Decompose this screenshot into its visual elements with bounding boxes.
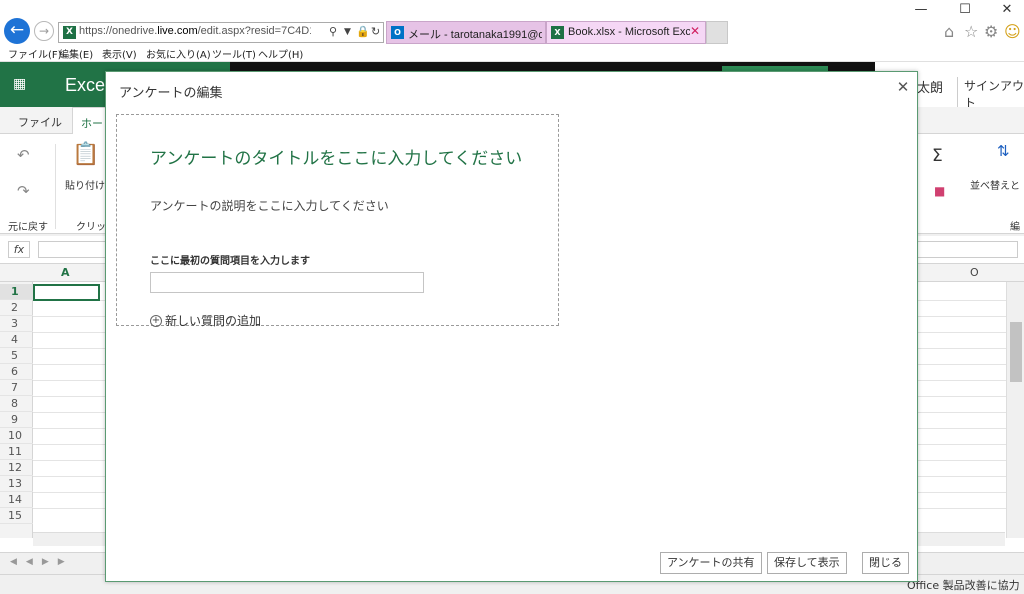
app-launcher-grid-icon[interactable]: ▦ — [13, 77, 29, 93]
menu-file[interactable]: ファイル(F) — [8, 46, 62, 61]
scrollbar-thumb[interactable] — [1010, 322, 1022, 382]
smiley-feedback-icon[interactable]: ☺ — [1004, 22, 1021, 41]
sheet-nav-arrows-icon[interactable]: ◀◀▶▶ — [10, 557, 74, 567]
row-header[interactable]: 13 — [0, 476, 33, 492]
answer-input[interactable] — [150, 272, 424, 293]
clear-eraser-icon[interactable]: ■ — [934, 184, 945, 198]
row-header[interactable]: 4 — [0, 332, 33, 348]
row-header[interactable]: 8 — [0, 396, 33, 412]
add-question-link[interactable]: + 新しい質問の追加 — [150, 312, 261, 329]
save-and-view-button[interactable]: 保存して表示 — [767, 552, 847, 574]
row-header[interactable]: 1 — [0, 284, 33, 300]
add-question-label: 新しい質問の追加 — [165, 314, 262, 328]
survey-form: アンケートのタイトルをここに入力してください アンケートの説明をここに入力してく… — [116, 114, 559, 329]
menu-bar: ファイル(F) 編集(E) 表示(V) お気に入り(A) ツール(T) ヘルプ(… — [0, 45, 1024, 62]
lock-icon[interactable]: 🔒 — [356, 25, 370, 38]
row-header-column: 1 2 3 4 5 6 7 8 9 10 11 12 13 14 15 — [0, 282, 33, 538]
forward-arrow-icon[interactable]: → — [34, 21, 54, 41]
tab-home[interactable]: ホー — [72, 107, 106, 134]
row-header[interactable]: 11 — [0, 444, 33, 460]
paste-label[interactable]: 貼り付け — [65, 177, 105, 192]
address-bar[interactable]: X https://onedrive.live.com/edit.aspx?re… — [58, 22, 384, 43]
outlook-icon: O — [391, 26, 404, 39]
url-text: https://onedrive.live.com/edit.aspx?resi… — [79, 25, 311, 37]
edit-group-label: 編 — [1010, 222, 1020, 233]
home-icon[interactable]: ⌂ — [944, 22, 954, 41]
row-header[interactable]: 7 — [0, 380, 33, 396]
signout-link[interactable]: サインアウト — [957, 77, 1024, 111]
tab-outlook-mail[interactable]: O メール - tarotanaka1991@outloo... — [386, 21, 546, 44]
user-name[interactable]: 太朗 — [917, 77, 943, 96]
row-header[interactable]: 5 — [0, 348, 33, 364]
excel-favicon-icon: X — [63, 26, 76, 39]
survey-title-field[interactable]: アンケートのタイトルをここに入力してください — [150, 144, 522, 169]
undo-group-label: 元に戻す — [8, 222, 48, 233]
close-button[interactable]: 閉じる — [862, 552, 909, 574]
redo-icon[interactable]: ↷ — [17, 182, 30, 200]
search-icon[interactable]: ⚲ — [329, 25, 337, 38]
tab-label: メール - tarotanaka1991@outloo... — [408, 29, 542, 41]
autosum-sigma-icon[interactable]: Σ — [932, 146, 943, 166]
column-header-o[interactable]: O — [970, 266, 979, 279]
undo-icon[interactable]: ↶ — [17, 146, 30, 164]
row-header[interactable]: 2 — [0, 300, 33, 316]
new-tab-button[interactable] — [706, 21, 728, 44]
close-icon[interactable]: ✕ — [894, 78, 912, 96]
dialog-title: アンケートの編集 — [119, 86, 223, 101]
ribbon-divider — [55, 144, 56, 229]
plus-circle-icon: + — [150, 314, 162, 327]
back-arrow-icon[interactable]: ← — [4, 18, 30, 44]
app-title: Exce — [65, 75, 106, 95]
vertical-scrollbar[interactable] — [1006, 282, 1024, 538]
close-window-button[interactable]: ✕ — [992, 2, 1022, 17]
column-header-a[interactable]: A — [61, 266, 70, 279]
row-header[interactable]: 15 — [0, 508, 33, 524]
tab-label: Book.xlsx - Microsoft Excel ... — [568, 26, 690, 38]
settings-gear-icon[interactable]: ⚙ — [984, 22, 998, 41]
row-header[interactable]: 9 — [0, 412, 33, 428]
menu-view[interactable]: 表示(V) — [102, 46, 137, 61]
excel-icon: X — [551, 26, 564, 39]
survey-description-field[interactable]: アンケートの説明をここに入力してください — [150, 197, 389, 214]
menu-help[interactable]: ヘルプ(H) — [258, 46, 303, 61]
row-header[interactable]: 12 — [0, 460, 33, 476]
status-text[interactable]: Office 製品改善に協力 — [907, 577, 1020, 593]
menu-tools[interactable]: ツール(T) — [212, 46, 256, 61]
minimize-button[interactable]: — — [906, 2, 936, 17]
dropdown-icon[interactable]: ▼ — [344, 27, 351, 37]
row-header[interactable]: 3 — [0, 316, 33, 332]
survey-edit-dialog: アンケートの編集 ✕ アンケートのタイトルをここに入力してください アンケートの… — [105, 71, 918, 582]
menu-favorites[interactable]: お気に入り(A) — [146, 46, 211, 61]
row-header[interactable]: 14 — [0, 492, 33, 508]
row-header[interactable]: 6 — [0, 364, 33, 380]
fx-button[interactable]: fx — [8, 241, 30, 258]
selected-cell-a1[interactable] — [33, 284, 100, 301]
maximize-button[interactable]: ☐ — [950, 2, 980, 17]
question-label-field[interactable]: ここに最初の質問項目を入力します — [150, 252, 310, 267]
tab-file[interactable]: ファイル — [18, 114, 62, 130]
row-header[interactable]: 10 — [0, 428, 33, 444]
tab-excel-book[interactable]: X Book.xlsx - Microsoft Excel ... ✕ — [546, 21, 706, 44]
refresh-icon[interactable]: ↻ — [371, 25, 380, 38]
share-survey-button[interactable]: アンケートの共有 — [660, 552, 762, 574]
close-tab-icon[interactable]: ✕ — [690, 24, 700, 38]
paste-clipboard-icon[interactable]: 📋 — [72, 142, 99, 167]
menu-edit[interactable]: 編集(E) — [59, 46, 93, 61]
sort-filter-icon[interactable]: ⇅ — [997, 142, 1010, 160]
browser-toolbar: — ☐ ✕ ← → X https://onedrive.live.com/ed… — [0, 0, 1024, 45]
favorites-star-icon[interactable]: ☆ — [964, 22, 978, 41]
sort-filter-label[interactable]: 並べ替えと — [970, 177, 1020, 192]
